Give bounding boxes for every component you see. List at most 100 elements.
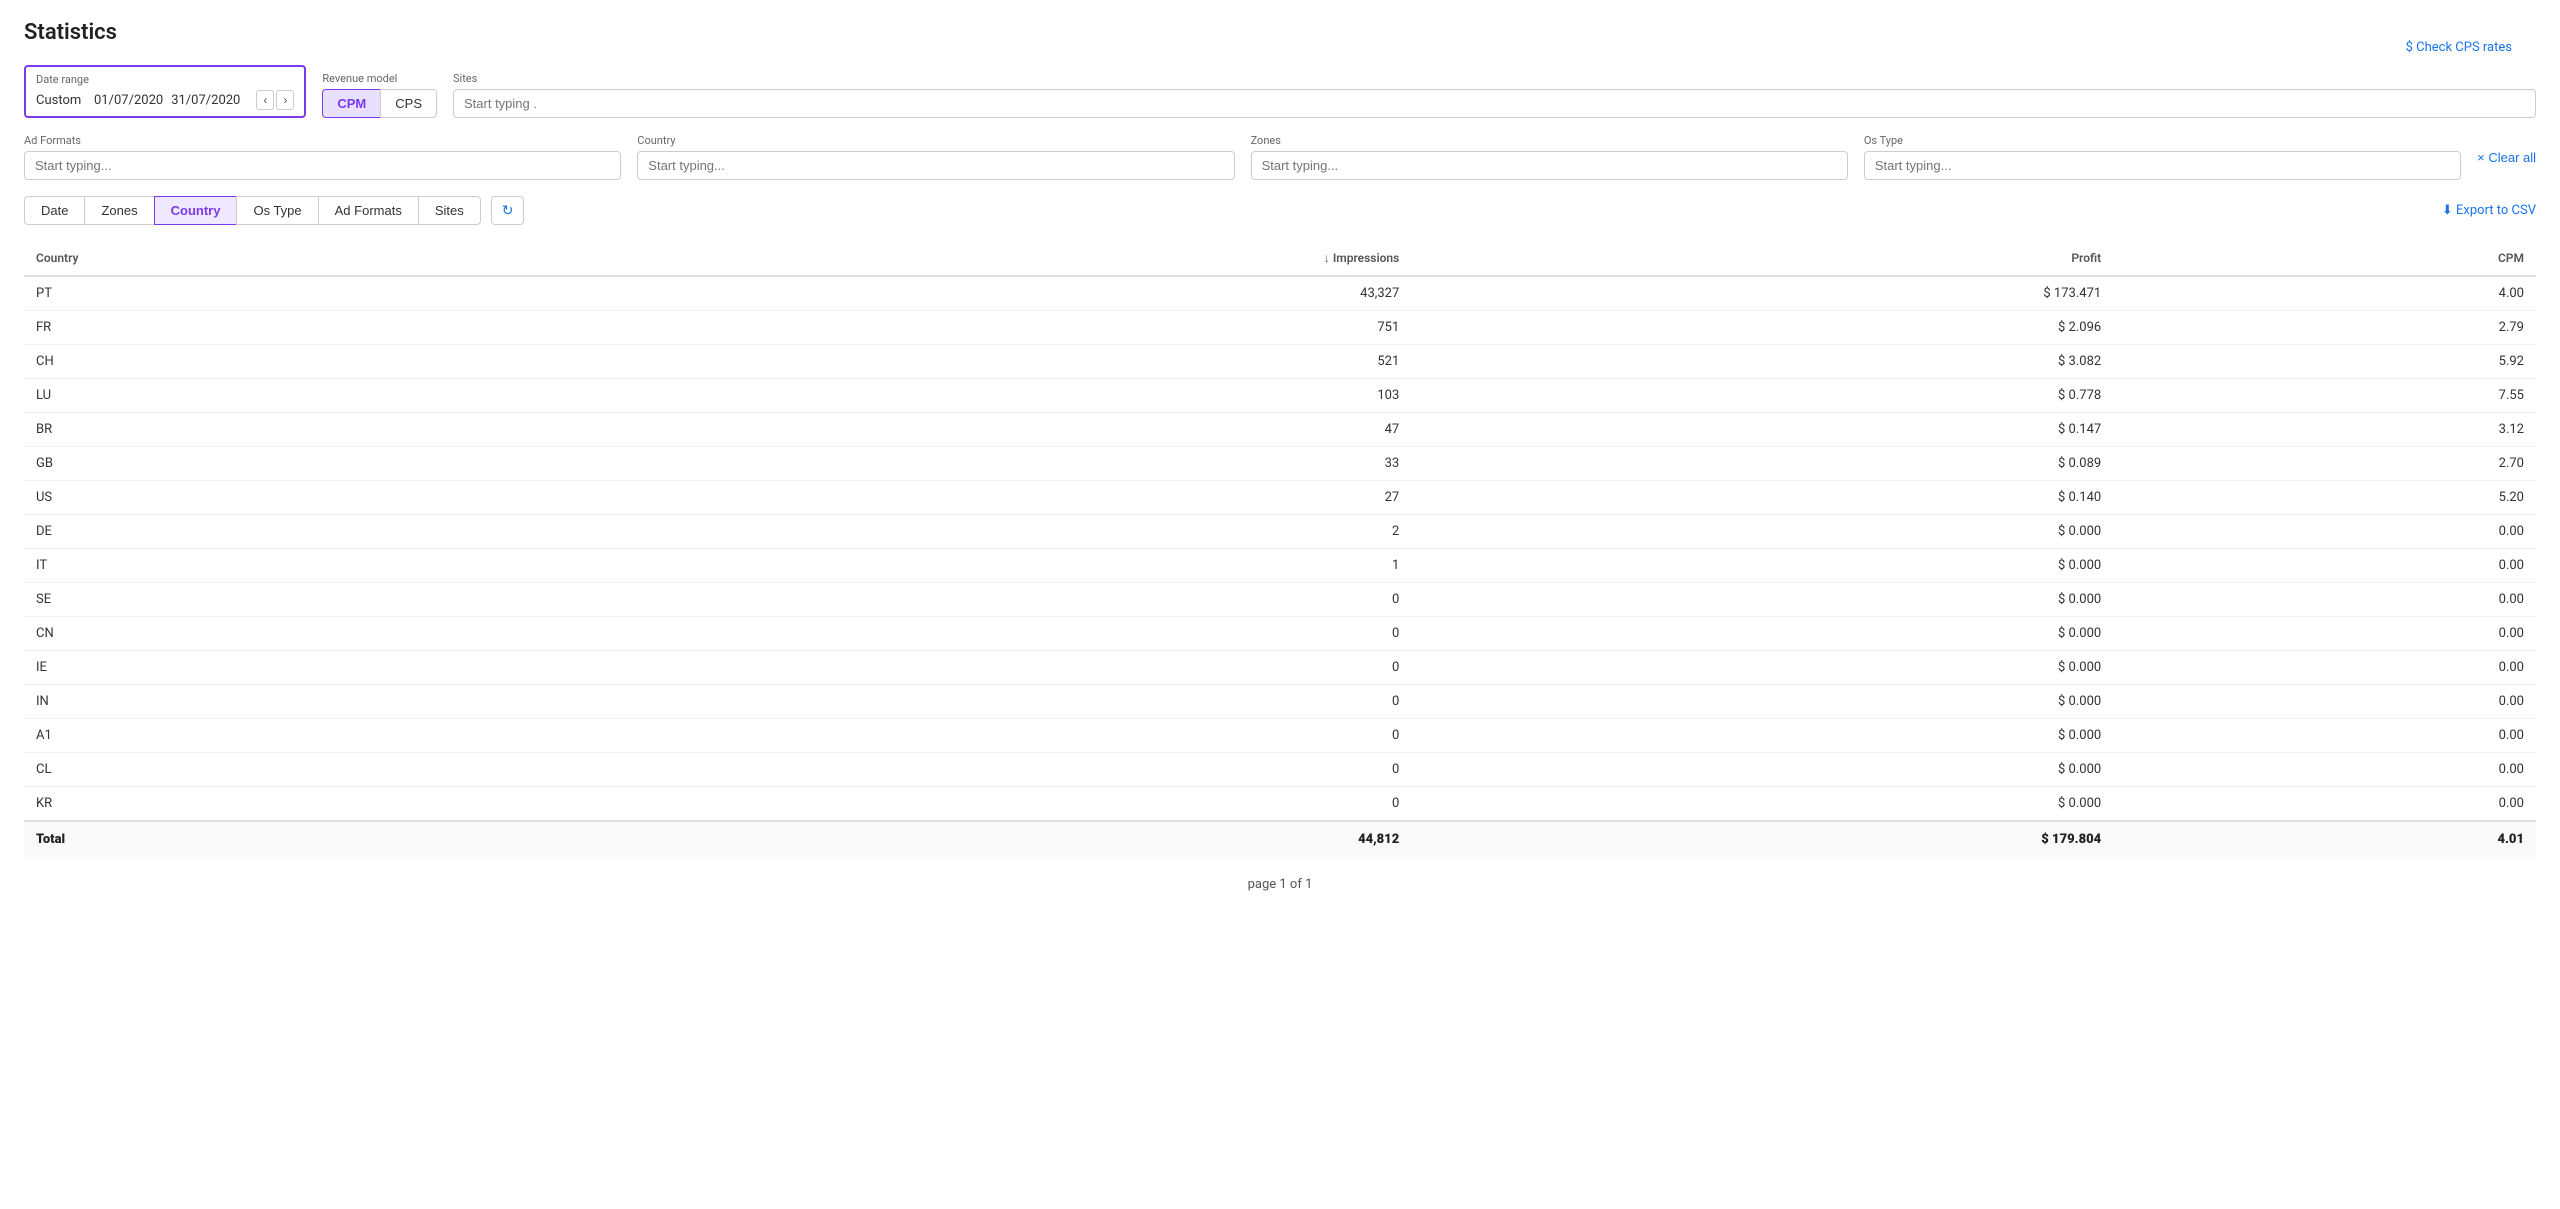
tab-country[interactable]: Country [154,196,237,225]
table-row: CN 0 $ 0.000 0.00 [24,617,2536,651]
cell-cpm: 0.00 [2113,651,2536,685]
date-prev-button[interactable]: ‹ [256,90,274,110]
tab-zones[interactable]: Zones [84,196,153,225]
cell-impressions: 0 [580,787,1411,822]
cell-country: IN [24,685,580,719]
cell-country: LU [24,379,580,413]
refresh-button[interactable]: ↻ [491,196,525,225]
total-cpm: 4.01 [2113,821,2536,857]
cell-cpm: 0.00 [2113,719,2536,753]
date-from-value: 01/07/2020 [94,93,163,108]
cell-profit: $ 173.471 [1411,276,2113,311]
cell-country: A1 [24,719,580,753]
col-header-cpm: CPM [2113,241,2536,276]
col-header-impressions[interactable]: ↓ Impressions [580,241,1411,276]
cell-profit: $ 3.082 [1411,345,2113,379]
sites-input[interactable] [453,89,2536,118]
cell-impressions: 103 [580,379,1411,413]
cell-cpm: 0.00 [2113,753,2536,787]
cell-cpm: 2.79 [2113,311,2536,345]
cell-impressions: 0 [580,753,1411,787]
date-to-value: 31/07/2020 [171,93,240,108]
table-total-row: Total 44,812 $ 179.804 4.01 [24,821,2536,857]
cell-country: IE [24,651,580,685]
tab-date[interactable]: Date [24,196,84,225]
cell-cpm: 5.92 [2113,345,2536,379]
cell-country: FR [24,311,580,345]
sites-label: Sites [453,72,2536,85]
zones-label: Zones [1251,134,1848,147]
tab-os-type[interactable]: Os Type [236,196,317,225]
export-csv-link[interactable]: ⬇ Export to CSV [2442,203,2536,218]
table-row: A1 0 $ 0.000 0.00 [24,719,2536,753]
check-cps-link[interactable]: $ Check CPS rates [2406,40,2512,55]
table-row: IT 1 $ 0.000 0.00 [24,549,2536,583]
cell-country: SE [24,583,580,617]
tab-sites[interactable]: Sites [418,196,481,225]
filter-row-1: Date range Custom 01/07/2020 31/07/2020 … [24,65,2536,118]
zones-input[interactable] [1251,151,1848,180]
cell-cpm: 7.55 [2113,379,2536,413]
cell-profit: $ 0.147 [1411,413,2113,447]
filter-row-2: Ad Formats Country Zones Os Type × Clear… [24,134,2536,180]
cell-profit: $ 0.000 [1411,583,2113,617]
table-row: PT 43,327 $ 173.471 4.00 [24,276,2536,311]
tab-ad-formats[interactable]: Ad Formats [318,196,418,225]
country-filter-label: Country [637,134,1234,147]
cell-cpm: 0.00 [2113,617,2536,651]
cell-country: DE [24,515,580,549]
total-label: Total [24,821,580,857]
table-row: LU 103 $ 0.778 7.55 [24,379,2536,413]
table-row: CH 521 $ 3.082 5.92 [24,345,2536,379]
cell-country: CN [24,617,580,651]
total-impressions: 44,812 [580,821,1411,857]
cell-impressions: 521 [580,345,1411,379]
cell-cpm: 0.00 [2113,515,2536,549]
table-row: IE 0 $ 0.000 0.00 [24,651,2536,685]
table-row: FR 751 $ 2.096 2.79 [24,311,2536,345]
col-header-country: Country [24,241,580,276]
cell-impressions: 33 [580,447,1411,481]
country-input[interactable] [637,151,1234,180]
cell-impressions: 47 [580,413,1411,447]
cell-cpm: 5.20 [2113,481,2536,515]
cell-impressions: 43,327 [580,276,1411,311]
cell-profit: $ 0.140 [1411,481,2113,515]
table-header-row: Country ↓ Impressions Profit CPM [24,241,2536,276]
sites-filter: Sites [453,72,2536,118]
table-row: SE 0 $ 0.000 0.00 [24,583,2536,617]
cell-country: CL [24,753,580,787]
table-row: CL 0 $ 0.000 0.00 [24,753,2536,787]
tabs-row: Date Zones Country Os Type Ad Formats Si… [24,196,2536,225]
cell-impressions: 0 [580,685,1411,719]
cell-impressions: 2 [580,515,1411,549]
cell-impressions: 0 [580,651,1411,685]
cell-profit: $ 2.096 [1411,311,2113,345]
cell-country: GB [24,447,580,481]
zones-filter: Zones [1251,134,1848,180]
cell-impressions: 0 [580,583,1411,617]
ad-formats-input[interactable] [24,151,621,180]
cell-profit: $ 0.089 [1411,447,2113,481]
col-header-profit: Profit [1411,241,2113,276]
cell-cpm: 0.00 [2113,787,2536,822]
cell-profit: $ 0.778 [1411,379,2113,413]
cell-country: KR [24,787,580,822]
total-profit: $ 179.804 [1411,821,2113,857]
cell-profit: $ 0.000 [1411,651,2113,685]
ad-formats-filter: Ad Formats [24,134,621,180]
table-row: DE 2 $ 0.000 0.00 [24,515,2536,549]
cell-cpm: 3.12 [2113,413,2536,447]
table-row: GB 33 $ 0.089 2.70 [24,447,2536,481]
cell-cpm: 2.70 [2113,447,2536,481]
cpm-button[interactable]: CPM [322,89,380,118]
cell-profit: $ 0.000 [1411,753,2113,787]
cell-country: BR [24,413,580,447]
clear-all-button[interactable]: × Clear all [2477,150,2536,165]
os-type-input[interactable] [1864,151,2461,180]
revenue-model-label: Revenue model [322,72,437,85]
pagination-info: page 1 of 1 [24,877,2536,892]
date-next-button[interactable]: › [276,90,294,110]
cps-button[interactable]: CPS [380,89,437,118]
table-row: US 27 $ 0.140 5.20 [24,481,2536,515]
